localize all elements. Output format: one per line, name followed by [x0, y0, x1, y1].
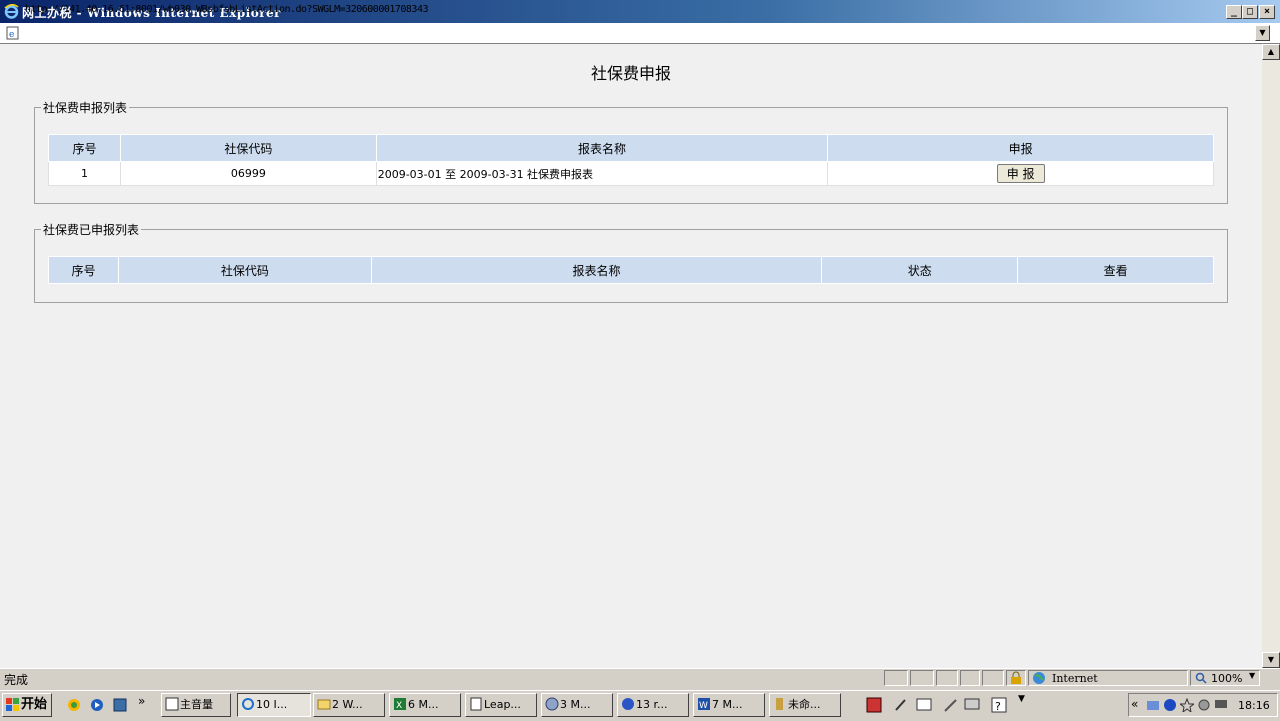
cell-code: 06999 — [119, 161, 377, 186]
column-header-view: 查看 — [1017, 256, 1214, 284]
display-icon[interactable] — [1214, 698, 1228, 712]
excel-icon: X — [394, 698, 406, 711]
tablet-icon[interactable] — [916, 697, 932, 713]
status-text: 完成 — [4, 673, 29, 687]
start-button[interactable]: 开始 — [2, 693, 52, 717]
address-bar[interactable] — [0, 23, 1280, 44]
browser-icon — [622, 698, 634, 710]
word-icon: W — [698, 698, 710, 711]
taskbar-options-icon[interactable]: ▼ — [1018, 694, 1025, 704]
security-zone-text: Internet — [1052, 672, 1098, 685]
column-header-report-name: 报表名称 — [375, 134, 829, 162]
column-header-report-name: 报表名称 — [370, 256, 823, 284]
zoom-level: 100% — [1211, 672, 1243, 685]
paint-icon — [776, 698, 783, 710]
svg-text:X: X — [396, 701, 402, 711]
minimize-button[interactable]: _ — [1226, 5, 1242, 19]
scroll-down-button[interactable]: ▼ — [1262, 652, 1280, 668]
status-pane — [936, 670, 958, 686]
column-header-code: 社保代码 — [117, 256, 372, 284]
column-header-seq: 序号 — [48, 256, 119, 284]
tray-app-icon[interactable] — [866, 697, 882, 713]
network-icon[interactable] — [1146, 698, 1160, 712]
svg-text:?: ? — [995, 700, 1001, 713]
column-header-declare: 申报 — [827, 134, 1214, 162]
globe-icon — [1033, 672, 1045, 684]
star-icon[interactable] — [1180, 698, 1194, 712]
compass-icon — [545, 697, 559, 711]
help-icon[interactable]: ? — [991, 697, 1007, 713]
page-title: 社保费申报 — [590, 64, 671, 83]
column-header-seq: 序号 — [48, 134, 121, 162]
clock: 18:16 — [1238, 699, 1270, 712]
column-header-status: 状态 — [821, 256, 1019, 284]
media-player-icon[interactable] — [89, 697, 105, 713]
status-pane — [910, 670, 934, 686]
gear-icon[interactable] — [1197, 698, 1211, 712]
security-icon[interactable] — [1163, 698, 1177, 712]
page-icon: e — [6, 26, 19, 40]
app-icon — [165, 697, 179, 711]
address-url[interactable]: http://141.40.16.61:8001/wb030_WBsbfsbLi… — [25, 4, 429, 15]
cell-seq: 1 — [48, 161, 121, 186]
pen-icon[interactable] — [893, 697, 909, 713]
lock-warning-icon — [1011, 671, 1021, 684]
address-dropdown-button[interactable]: ▼ — [1255, 25, 1270, 41]
declare-button[interactable]: 申 报 — [996, 164, 1045, 183]
close-button[interactable]: × — [1259, 5, 1275, 19]
cell-action: 申 报 — [827, 161, 1214, 186]
pending-list-legend: 社保费申报列表 — [43, 101, 128, 115]
zoom-dropdown-icon: ▼ — [1249, 671, 1256, 680]
status-pane — [1006, 670, 1026, 686]
declared-list-legend: 社保费已申报列表 — [43, 223, 140, 237]
windows-logo-icon — [6, 698, 19, 711]
document-icon — [470, 697, 482, 711]
declared-table: 序号 社保代码 报表名称 状态 查看 — [48, 256, 1214, 284]
svg-text:W: W — [699, 701, 708, 711]
svg-text:e: e — [9, 30, 14, 40]
ie-icon — [4, 4, 19, 19]
column-header-code: 社保代码 — [119, 134, 377, 162]
pencil-icon[interactable] — [943, 697, 959, 713]
quick-launch-overflow-icon[interactable]: » — [138, 694, 145, 708]
status-pane — [960, 670, 980, 686]
cell-report-name: 2009-03-01 至 2009-03-31 社保费申报表 — [375, 161, 829, 186]
monitor-icon[interactable] — [964, 697, 980, 713]
scroll-up-button[interactable]: ▲ — [1262, 44, 1280, 60]
start-label: 开始 — [21, 697, 48, 712]
show-desktop-icon[interactable] — [112, 697, 128, 713]
table-row: 1 06999 2009-03-01 至 2009-03-31 社保费申报表 申… — [48, 161, 1214, 186]
pending-table: 序号 社保代码 报表名称 申报 1 06999 2009-03-01 至 200… — [48, 134, 1214, 186]
status-pane — [884, 670, 908, 686]
status-pane — [982, 670, 1004, 686]
quick-launch-icon[interactable] — [66, 697, 82, 713]
vertical-scrollbar[interactable] — [1262, 44, 1280, 668]
zoom-icon — [1195, 672, 1207, 684]
tray-expand-icon[interactable]: « — [1131, 697, 1138, 711]
ie-icon — [242, 698, 254, 710]
maximize-button[interactable]: □ — [1242, 5, 1258, 19]
folder-icon — [317, 699, 331, 710]
